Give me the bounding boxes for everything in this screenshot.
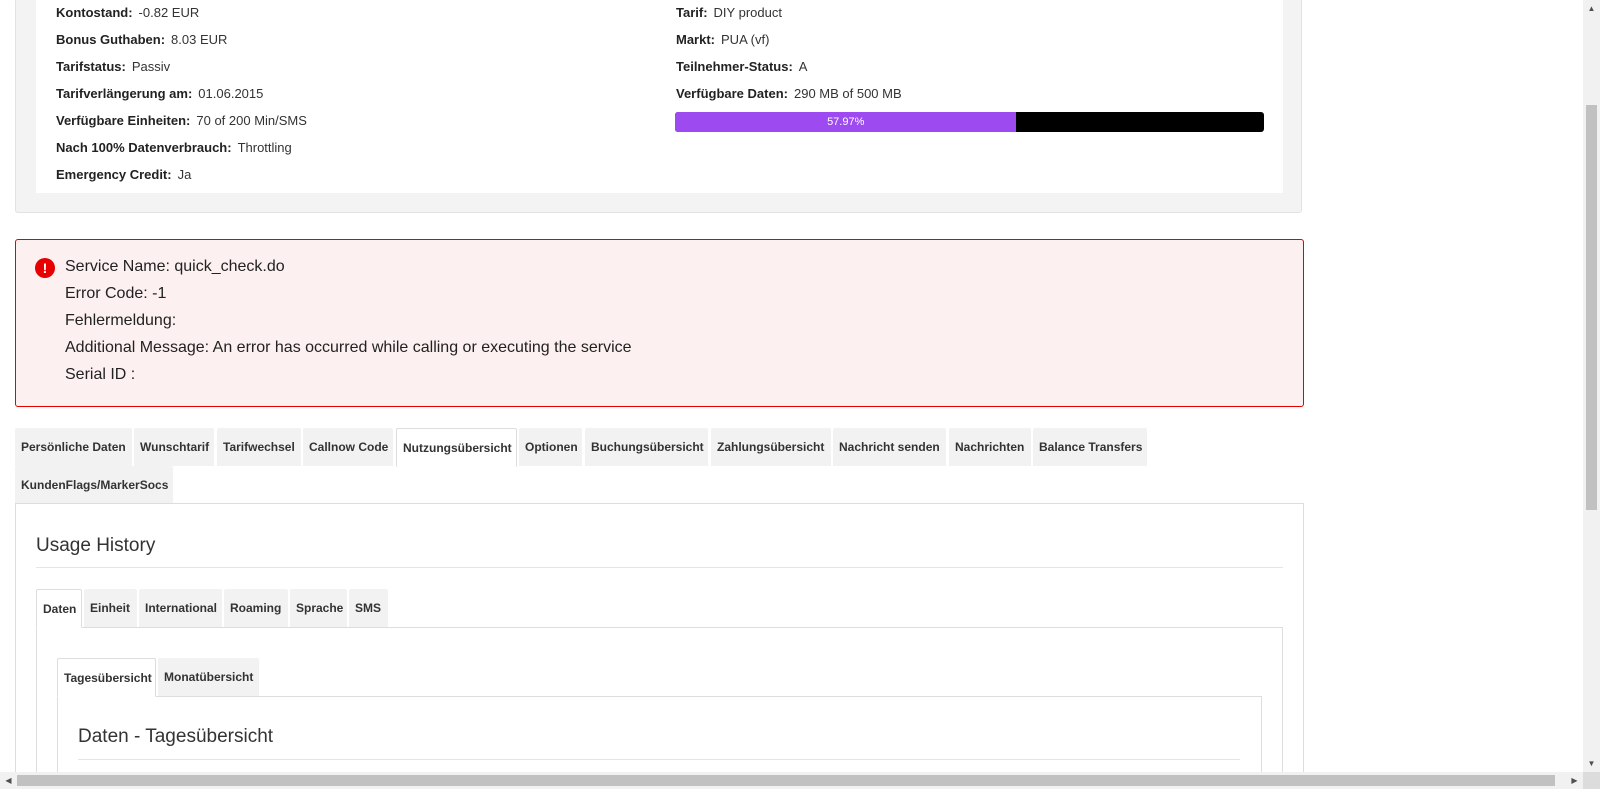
daten-tagesuebersicht-title: Daten - Tagesübersicht xyxy=(78,726,274,747)
info-label: Verfügbare Einheiten: xyxy=(56,113,191,128)
tab-sms[interactable]: SMS xyxy=(349,589,388,627)
info-value: 01.06.2015 xyxy=(198,86,264,101)
info-row-kontostand: Kontostand: -0.82 EUR xyxy=(56,5,199,20)
error-code: Error Code: -1 xyxy=(65,285,167,302)
error-fehlermeldung: Fehlermeldung: xyxy=(65,312,177,329)
info-label: Verfügbare Daten: xyxy=(676,86,788,101)
info-value: DIY product xyxy=(713,5,782,20)
tab-wunschtarif[interactable]: Wunschtarif xyxy=(134,428,214,466)
tab-daten[interactable]: Daten xyxy=(36,589,82,628)
tab-balance-transfers[interactable]: Balance Transfers xyxy=(1033,428,1147,466)
account-info-panel: Kontostand: -0.82 EUR Bonus Guthaben: 8.03… xyxy=(15,0,1302,213)
info-value: -0.82 EUR xyxy=(138,5,200,20)
tab-monatuebersicht[interactable]: Monatübersicht xyxy=(158,658,259,696)
info-value: Passiv xyxy=(131,59,171,74)
vertical-scrollbar-thumb[interactable] xyxy=(1586,105,1597,510)
info-row-markt: Markt: PUA (vf) xyxy=(676,32,769,47)
info-row-teilnehmer-status: Teilnehmer-Status: A xyxy=(676,59,807,74)
scroll-up-arrow-icon[interactable]: ▲ xyxy=(1583,0,1600,17)
info-row-verfuegbare-daten: Verfügbare Daten: 290 MB of 500 MB xyxy=(676,86,902,101)
tab-nutzungsuebersicht[interactable]: Nutzungsübersicht xyxy=(396,428,517,467)
tab-nachrichten[interactable]: Nachrichten xyxy=(949,428,1031,466)
info-label: Tarifstatus: xyxy=(56,59,126,74)
info-label: Teilnehmer-Status: xyxy=(676,59,793,74)
tab-tarifwechsel[interactable]: Tarifwechsel xyxy=(217,428,301,466)
info-label: Bonus Guthaben: xyxy=(56,32,166,47)
info-value: 290 MB of 500 MB xyxy=(793,86,902,101)
info-row-verfuegbare-einheiten: Verfügbare Einheiten: 70 of 200 Min/SMS xyxy=(56,113,307,128)
tab-international[interactable]: International xyxy=(139,589,222,627)
info-value: PUA (vf) xyxy=(721,32,770,47)
info-row-tarifstatus: Tarifstatus: Passiv xyxy=(56,59,170,74)
data-usage-progress-fill: 57.97% xyxy=(675,112,1017,132)
scrollbar-corner xyxy=(1583,772,1600,789)
error-service-name: Service Name: quick_check.do xyxy=(65,258,285,275)
daten-tab-panel: Tagesübersicht Monatübersicht Daten - Ta… xyxy=(36,627,1283,772)
horizontal-scrollbar-thumb[interactable] xyxy=(17,775,1555,786)
exclamation-circle-icon: ! xyxy=(35,258,55,278)
info-row-datenverbrauch: Nach 100% Datenverbrauch: Throttling xyxy=(56,140,292,155)
info-value: 8.03 EUR xyxy=(171,32,228,47)
tab-roaming[interactable]: Roaming xyxy=(224,589,288,627)
horizontal-scrollbar[interactable]: ◀ ▶ xyxy=(0,772,1583,789)
data-usage-progress-label: 57.97% xyxy=(827,116,865,128)
scroll-right-arrow-icon[interactable]: ▶ xyxy=(1566,772,1583,789)
tab-nachricht-senden[interactable]: Nachricht senden xyxy=(833,428,946,466)
divider xyxy=(36,567,1283,568)
info-label: Emergency Credit: xyxy=(56,167,172,182)
info-label: Tarif: xyxy=(676,5,708,20)
usage-history-title: Usage History xyxy=(36,535,156,556)
info-row-tarif: Tarif: DIY product xyxy=(676,5,782,20)
tab-optionen[interactable]: Optionen xyxy=(519,428,582,466)
info-value: Throttling xyxy=(237,140,292,155)
tagesuebersicht-panel: Daten - Tagesübersicht xyxy=(57,696,1262,772)
info-value: 70 of 200 Min/SMS xyxy=(196,113,307,128)
usage-content-panel: Usage History Daten Einheit Internationa… xyxy=(15,503,1304,772)
info-label: Tarifverlängerung am: xyxy=(56,86,193,101)
scroll-left-arrow-icon[interactable]: ◀ xyxy=(0,772,17,789)
tab-buchungsuebersicht[interactable]: Buchungsübersicht xyxy=(585,428,708,466)
tab-einheit[interactable]: Einheit xyxy=(84,589,137,627)
divider xyxy=(78,759,1240,760)
info-label: Markt: xyxy=(676,32,716,47)
vertical-scrollbar[interactable]: ▲ ▼ xyxy=(1583,0,1600,772)
error-serial-id: Serial ID : xyxy=(65,366,136,383)
info-row-emergency-credit: Emergency Credit: Ja xyxy=(56,167,191,182)
scroll-down-arrow-icon[interactable]: ▼ xyxy=(1583,755,1600,772)
tab-zahlungsuebersicht[interactable]: Zahlungsübersicht xyxy=(711,428,831,466)
info-row-bonus-guthaben: Bonus Guthaben: 8.03 EUR xyxy=(56,32,227,47)
error-additional-message: Additional Message: An error has occurre… xyxy=(65,339,632,356)
info-value: A xyxy=(798,59,808,74)
info-label: Nach 100% Datenverbrauch: xyxy=(56,140,232,155)
info-label: Kontostand: xyxy=(56,5,133,20)
tab-sprache[interactable]: Sprache xyxy=(290,589,347,627)
tab-tagesuebersicht[interactable]: Tagesübersicht xyxy=(57,658,156,697)
data-usage-progress-bar: 57.97% xyxy=(675,112,1264,132)
account-info-card: Kontostand: -0.82 EUR Bonus Guthaben: 8.03… xyxy=(36,0,1283,193)
info-value: Ja xyxy=(177,167,192,182)
tab-kundenflags-markersocs[interactable]: KundenFlags/MarkerSocs xyxy=(15,466,173,504)
page-viewport: Kontostand: -0.82 EUR Bonus Guthaben: 8.03… xyxy=(0,0,1583,772)
tab-persoenliche-daten[interactable]: Persönliche Daten xyxy=(15,428,132,466)
info-row-tarifverlaengerung: Tarifverlängerung am: 01.06.2015 xyxy=(56,86,263,101)
error-alert: ! Service Name: quick_check.do Error Cod… xyxy=(15,239,1304,407)
tab-callnow-code[interactable]: Callnow Code xyxy=(303,428,393,466)
